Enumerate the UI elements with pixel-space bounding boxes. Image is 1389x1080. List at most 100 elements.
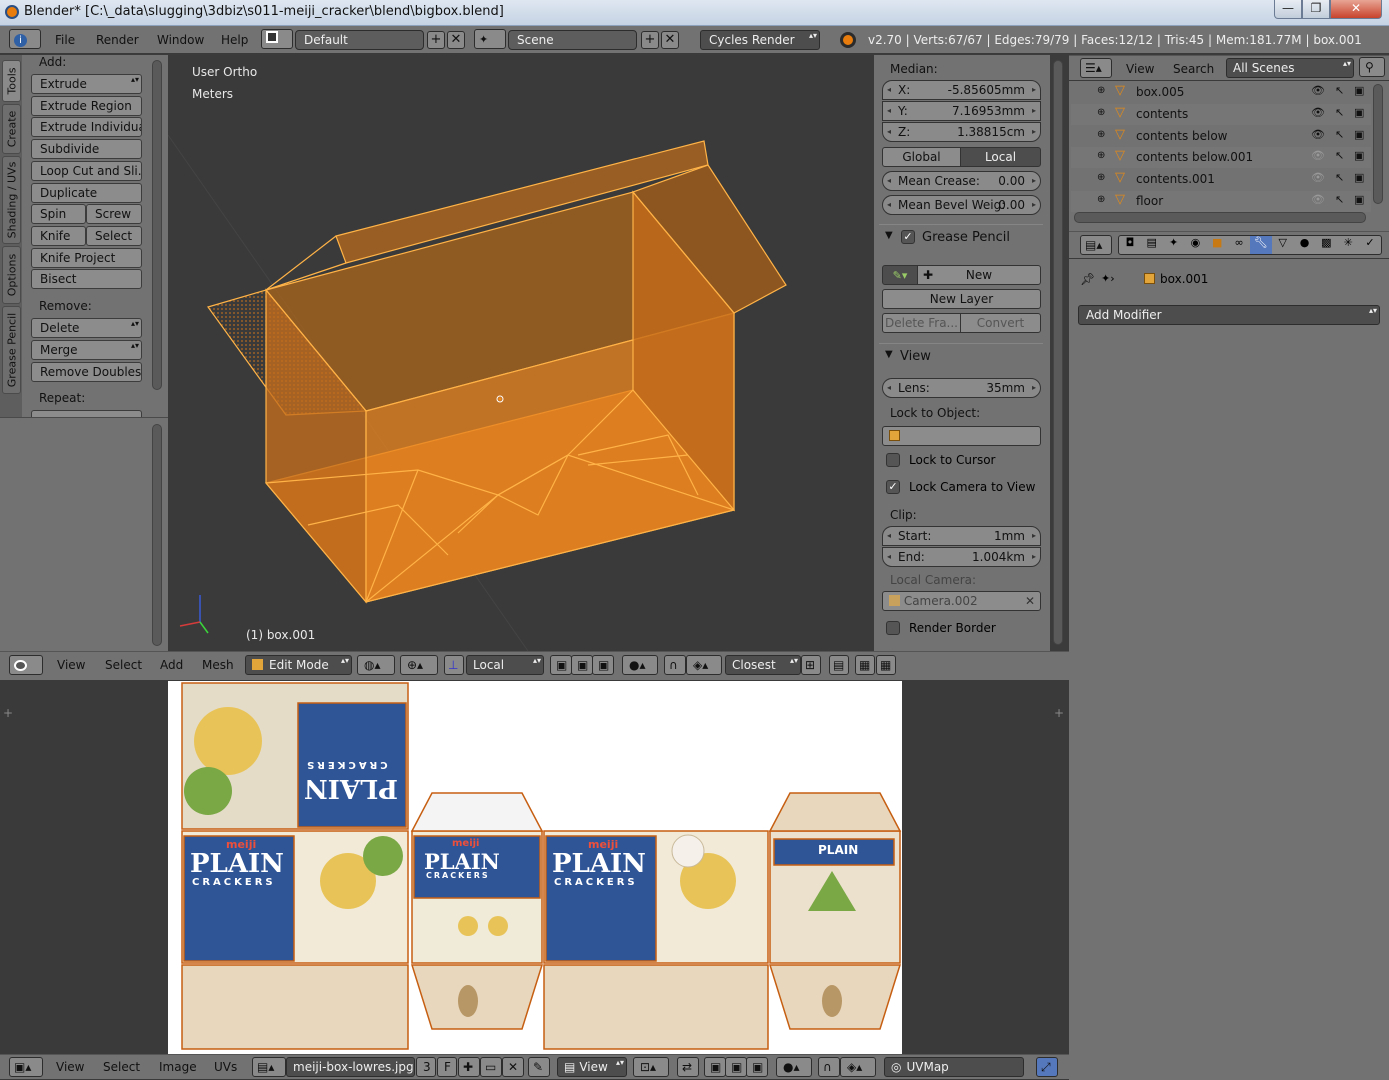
clear-icon[interactable]: ✕ xyxy=(1025,592,1035,610)
render-border-checkbox[interactable] xyxy=(886,621,900,635)
add-scene-button[interactable]: + xyxy=(641,31,659,49)
manipulator-button[interactable]: ⊥ xyxy=(444,655,464,675)
editor-type-info-button[interactable]: i xyxy=(9,29,41,49)
visibility-eye-icon[interactable]: 👁︎ xyxy=(1311,149,1325,162)
mean-crease-field[interactable]: Mean Crease:0.00 xyxy=(882,171,1041,191)
render-camera-icon[interactable]: ▣ xyxy=(1354,193,1364,206)
world-tab-icon[interactable]: ◉ xyxy=(1184,236,1206,254)
render-animation-button[interactable]: ▦ xyxy=(855,655,875,675)
median-y-field[interactable]: Y:7.16953mm xyxy=(882,101,1041,121)
loop-cut-button[interactable]: Loop Cut and Sli... xyxy=(31,161,142,181)
outliner-vscroll[interactable] xyxy=(1373,84,1383,204)
extrude-region-button[interactable]: Extrude Region xyxy=(31,96,142,116)
scene-icon-button[interactable]: ✦ xyxy=(474,29,506,49)
editor-type-3d-button[interactable] xyxy=(9,655,43,675)
minimize-button[interactable]: — xyxy=(1274,0,1302,19)
uv-menu-view[interactable]: View xyxy=(56,1060,84,1074)
visibility-eye-icon[interactable]: 👁︎ xyxy=(1311,128,1325,141)
delete-dropdown[interactable]: Delete xyxy=(31,318,142,338)
expand-icon[interactable]: ⊕ xyxy=(1097,194,1105,205)
visibility-eye-icon[interactable]: 👁︎ xyxy=(1311,193,1325,206)
menu-window[interactable]: Window xyxy=(157,33,204,47)
edge-select-button[interactable]: ▣ xyxy=(571,655,593,675)
outliner-row[interactable]: ⊕ ▽ floor 👁︎ ↖ ▣ xyxy=(1071,191,1371,212)
tab-options[interactable]: Options xyxy=(2,246,21,304)
vertex-select-button[interactable]: ▣ xyxy=(550,655,572,675)
orientation-dropdown[interactable]: Local xyxy=(466,655,544,675)
mean-bevel-field[interactable]: Mean Bevel Weig:0.00 xyxy=(882,195,1041,215)
render-tab-icon[interactable]: ◘ xyxy=(1119,236,1141,254)
uv-edge-select-button[interactable]: ▣ xyxy=(725,1057,747,1077)
render-camera-icon[interactable]: ▣ xyxy=(1354,84,1364,97)
render-camera-icon[interactable]: ▣ xyxy=(1354,128,1364,141)
clip-end-field[interactable]: End:1.004km xyxy=(882,547,1041,567)
extrude-button[interactable]: Extrude xyxy=(31,74,142,94)
outliner-hscroll[interactable] xyxy=(1074,212,1366,223)
snap-element-dropdown[interactable]: ◈▴ xyxy=(686,655,722,675)
select-arrow-icon[interactable]: ↖ xyxy=(1335,84,1344,97)
outliner-row[interactable]: ⊕ ▽ contents below 👁︎ ↖ ▣ xyxy=(1071,126,1371,147)
expand-icon[interactable]: ⊕ xyxy=(1097,85,1105,96)
knife-project-button[interactable]: Knife Project xyxy=(31,248,142,268)
scene-field[interactable]: Scene xyxy=(508,30,637,50)
expand-icon[interactable]: ⊕ xyxy=(1097,107,1105,118)
menu-render[interactable]: Render xyxy=(96,33,139,47)
global-toggle[interactable]: Global xyxy=(882,147,961,167)
tab-create[interactable]: Create xyxy=(2,104,21,154)
open-image-button[interactable]: ▭ xyxy=(480,1057,502,1077)
uv-region-plus-left[interactable]: + xyxy=(3,706,13,720)
tab-shading-uvs[interactable]: Shading / UVs xyxy=(2,156,21,244)
3d-viewport[interactable]: User Ortho Meters (1) box.001 xyxy=(168,55,874,651)
remove-layout-button[interactable]: ✕ xyxy=(447,31,465,49)
duplicate-button[interactable]: Duplicate xyxy=(31,183,142,203)
menu-help[interactable]: Help xyxy=(221,33,248,47)
pin-icon[interactable]: 📌︎ xyxy=(1080,272,1095,286)
screen-layout-icon-button[interactable] xyxy=(261,29,293,49)
close-button[interactable]: ✕ xyxy=(1330,0,1382,19)
delete-frame-button[interactable]: Delete Fra... xyxy=(882,313,961,333)
merge-dropdown[interactable]: Merge xyxy=(31,340,142,360)
editor-type-properties-button[interactable]: ▤▴ xyxy=(1080,235,1112,255)
fake-user-button[interactable]: F xyxy=(437,1057,457,1077)
expand-icon[interactable]: ⊕ xyxy=(1097,129,1105,140)
physics-tab-icon[interactable]: ✓ xyxy=(1359,236,1381,254)
snap-target-dropdown[interactable]: Closest xyxy=(725,655,801,675)
outliner-menu-search[interactable]: Search xyxy=(1173,62,1214,76)
viewport-menu-view[interactable]: View xyxy=(57,658,85,672)
render-camera-icon[interactable]: ▣ xyxy=(1354,171,1364,184)
render-layers-tab-icon[interactable]: ▤ xyxy=(1141,236,1163,254)
spin-button[interactable]: Spin xyxy=(31,204,86,224)
image-browse-button[interactable]: ▤▴ xyxy=(252,1057,286,1077)
local-toggle[interactable]: Local xyxy=(960,147,1041,167)
convert-button[interactable]: Convert xyxy=(960,313,1041,333)
uv-map-field[interactable]: ◎ UVMap xyxy=(884,1057,1024,1077)
proportional-edit-dropdown[interactable]: ●▴ xyxy=(622,655,658,675)
render-camera-icon[interactable]: ▣ xyxy=(1354,106,1364,119)
outliner-row[interactable]: ⊕ ▽ box.005 👁︎ ↖ ▣ xyxy=(1071,82,1371,103)
expand-icon[interactable]: ⊕ xyxy=(1097,172,1105,183)
editor-type-outliner-button[interactable]: ☰▴ xyxy=(1080,58,1112,78)
add-layout-button[interactable]: + xyxy=(427,31,445,49)
uv-update-button[interactable]: ⤢ xyxy=(1036,1057,1058,1077)
scene-tab-icon[interactable]: ✦ xyxy=(1163,236,1185,254)
lens-field[interactable]: Lens:35mm xyxy=(882,378,1041,398)
constraints-tab-icon[interactable]: ∞ xyxy=(1228,236,1250,254)
material-tab-icon[interactable]: ● xyxy=(1294,236,1316,254)
subdivide-button[interactable]: Subdivide xyxy=(31,139,142,159)
uv-proportional-dropdown[interactable]: ●▴ xyxy=(776,1057,812,1077)
editor-type-uv-button[interactable]: ▣▴ xyxy=(9,1057,43,1077)
select-arrow-icon[interactable]: ↖ xyxy=(1335,106,1344,119)
toolshelf-scrollbar[interactable] xyxy=(152,60,162,390)
screen-layout-field[interactable]: Default xyxy=(295,30,424,50)
viewport-menu-mesh[interactable]: Mesh xyxy=(202,658,234,672)
pivot-dropdown-uv[interactable]: ⊡▴ xyxy=(633,1057,669,1077)
viewport-menu-add[interactable]: Add xyxy=(160,658,183,672)
uv-menu-uvs[interactable]: UVs xyxy=(214,1060,237,1074)
bisect-button[interactable]: Bisect xyxy=(31,269,142,289)
image-name-field[interactable]: meiji-box-lowres.jpg xyxy=(286,1057,415,1077)
face-select-button[interactable]: ▣ xyxy=(592,655,614,675)
knife-button[interactable]: Knife xyxy=(31,226,86,246)
uv-vertex-select-button[interactable]: ▣ xyxy=(704,1057,726,1077)
image-users-count[interactable]: 3 xyxy=(416,1057,436,1077)
clip-start-field[interactable]: Start:1mm xyxy=(882,526,1041,546)
